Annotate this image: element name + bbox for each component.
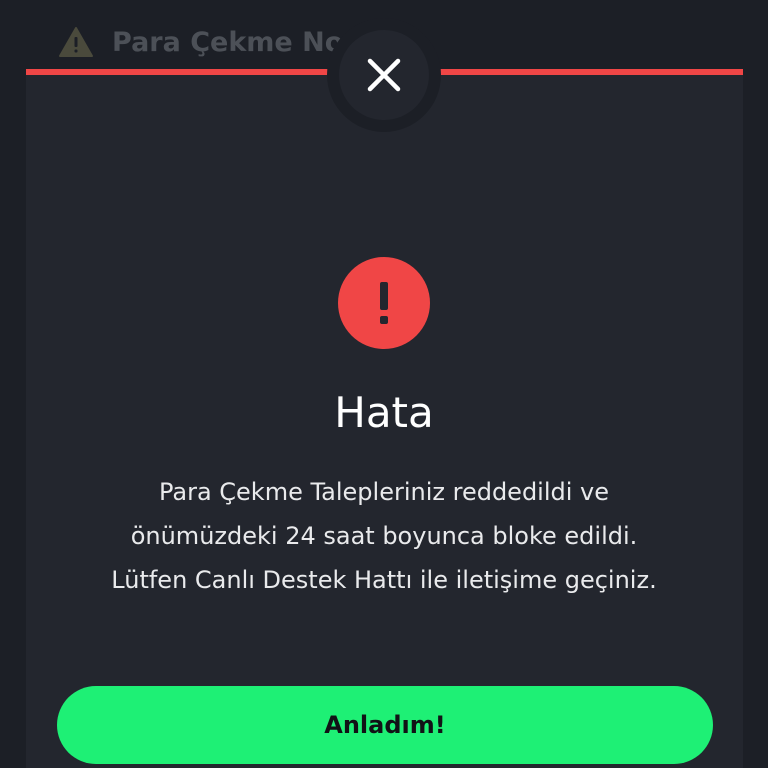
close-icon — [367, 58, 401, 92]
error-status-badge — [338, 257, 430, 349]
close-button[interactable] — [339, 30, 429, 120]
warning-triangle-icon — [59, 27, 93, 57]
modal-title: Hata — [334, 388, 434, 437]
confirm-button[interactable]: Anladım! — [57, 686, 713, 764]
exclamation-icon — [380, 282, 388, 324]
page: Para Çekme No Hata Para Çekme Taleplerin… — [0, 0, 768, 768]
background-header: Para Çekme No — [58, 26, 343, 58]
modal-message: Para Çekme Talepleriniz reddedildi ve ön… — [111, 478, 657, 594]
background-title: Para Çekme No — [112, 26, 344, 58]
